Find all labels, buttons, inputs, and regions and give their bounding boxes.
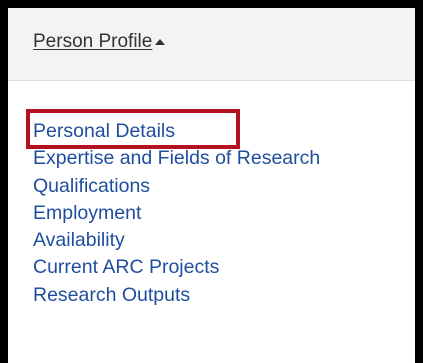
- profile-nav-list: Personal Details Expertise and Fields of…: [33, 118, 320, 309]
- nav-link-availability[interactable]: Availability: [33, 227, 320, 254]
- person-profile-toggle[interactable]: Person Profile: [33, 31, 166, 53]
- nav-link-personal-details[interactable]: Personal Details: [33, 118, 320, 145]
- nav-link-employment[interactable]: Employment: [33, 200, 320, 227]
- nav-link-research-outputs[interactable]: Research Outputs: [33, 282, 320, 309]
- panel-title: Person Profile: [33, 31, 153, 52]
- window-frame: Person Profile Personal Details Expertis…: [0, 0, 423, 363]
- person-profile-panel: Person Profile Personal Details Expertis…: [8, 8, 415, 363]
- caret-up-icon: [155, 39, 166, 45]
- nav-link-qualifications[interactable]: Qualifications: [33, 173, 320, 200]
- nav-link-current-arc-projects[interactable]: Current ARC Projects: [33, 254, 320, 281]
- panel-header: Person Profile: [8, 8, 415, 81]
- nav-link-expertise-fields-of-research[interactable]: Expertise and Fields of Research: [33, 145, 320, 172]
